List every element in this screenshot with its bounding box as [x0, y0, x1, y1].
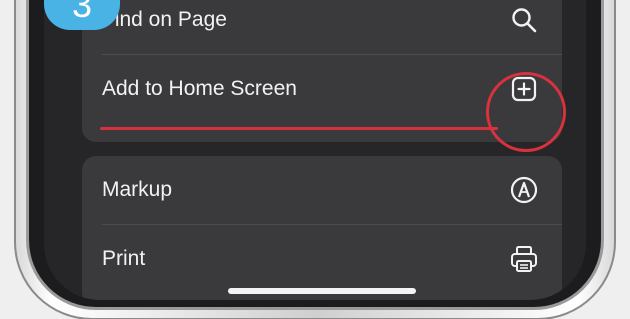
step-number: 3 — [71, 0, 93, 25]
share-sheet-screen: Find on Page Add to Home Screen Markup P… — [44, 0, 586, 300]
menu-group-secondary: Markup Print — [82, 156, 562, 300]
phone-screenshot: Find on Page Add to Home Screen Markup P… — [0, 0, 630, 319]
menu-item-markup[interactable]: Markup — [82, 156, 562, 224]
markup-pen-icon — [506, 172, 542, 208]
highlight-underline — [100, 127, 498, 130]
menu-item-find-on-page[interactable]: Find on Page — [82, 0, 562, 54]
menu-item-label: Add to Home Screen — [102, 77, 297, 100]
menu-item-label: Print — [102, 247, 146, 270]
menu-item-label: Markup — [102, 178, 173, 201]
menu-item-print[interactable]: Print — [82, 225, 562, 293]
search-icon — [506, 2, 542, 38]
step-badge: 3 — [44, 0, 120, 30]
highlight-circle — [486, 72, 566, 152]
home-indicator[interactable] — [228, 288, 416, 294]
menu-item-label: Find on Page — [102, 8, 227, 31]
printer-icon — [506, 241, 542, 277]
